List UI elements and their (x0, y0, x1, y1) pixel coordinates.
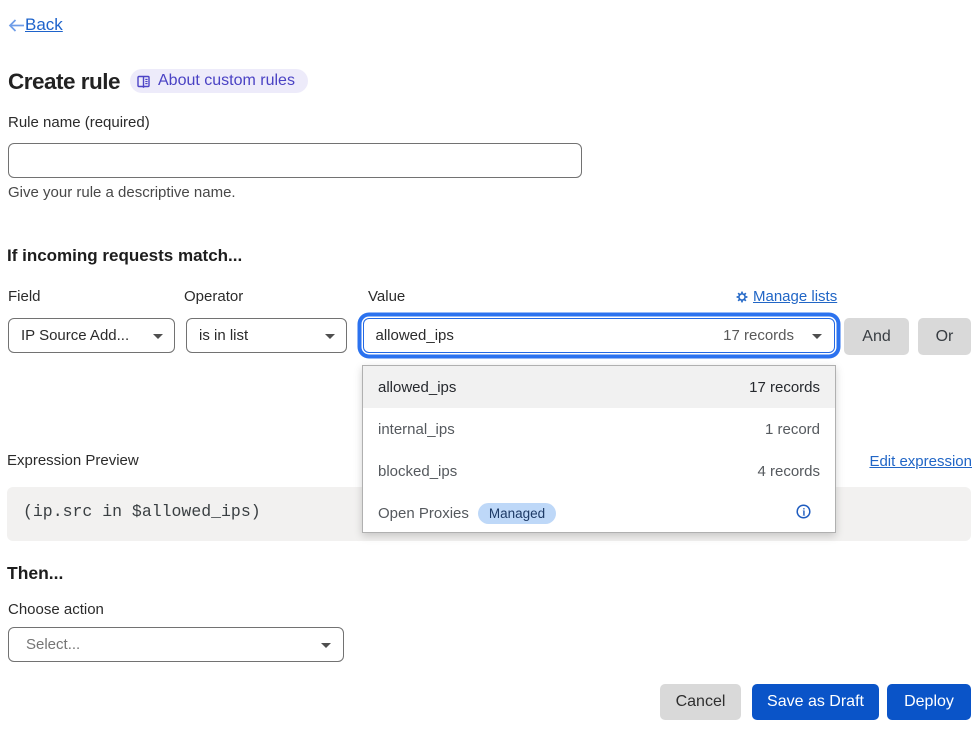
svg-text:i: i (803, 508, 806, 519)
